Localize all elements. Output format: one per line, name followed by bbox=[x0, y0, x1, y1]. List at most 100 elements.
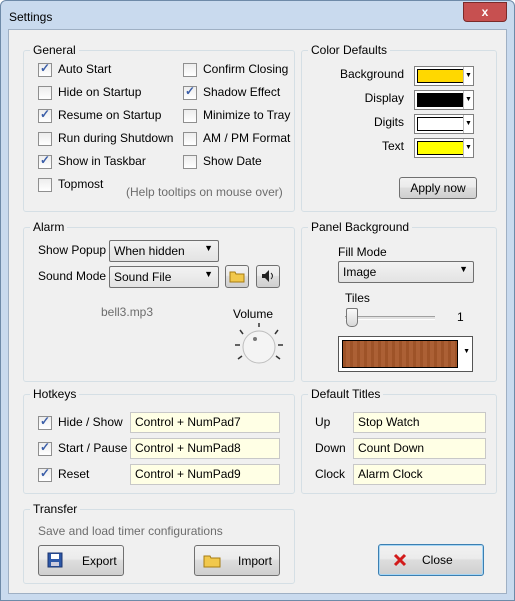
color-swatch bbox=[417, 141, 464, 155]
color-defaults-group: Color Defaults Background ▼ Display ▼ Digits… bbox=[301, 43, 497, 212]
title-value: Stop Watch bbox=[358, 415, 420, 429]
hotkey-input[interactable]: Control + NumPad7 bbox=[130, 412, 280, 433]
color-picker[interactable]: ▼ bbox=[414, 90, 474, 110]
apply-now-button[interactable]: Apply now bbox=[399, 177, 477, 199]
chevron-down-icon: ▼ bbox=[204, 243, 213, 253]
show-popup-value: When hidden bbox=[114, 244, 185, 258]
checkbox-minimize-to-tray[interactable] bbox=[183, 109, 197, 123]
checkbox-show-date[interactable] bbox=[183, 155, 197, 169]
checkbox-label: Show Date bbox=[203, 154, 262, 168]
checkbox-label: Auto Start bbox=[58, 62, 112, 76]
tiles-slider-thumb[interactable] bbox=[346, 308, 358, 327]
hotkey-checkbox[interactable] bbox=[38, 414, 52, 430]
background-preview bbox=[342, 340, 458, 368]
panel-background-group: Panel Background Fill Mode Image ▼ Tiles… bbox=[301, 220, 497, 382]
transfer-group-title: Transfer bbox=[30, 502, 81, 516]
chevron-down-icon: ▼ bbox=[204, 269, 213, 279]
checkbox-am-pm-format[interactable] bbox=[183, 132, 197, 146]
title-bar[interactable]: Settings x bbox=[1, 1, 514, 31]
fill-mode-select[interactable]: Image ▼ bbox=[338, 261, 474, 283]
volume-label: Volume bbox=[233, 307, 274, 321]
export-label: Export bbox=[82, 554, 117, 568]
title-input[interactable]: Stop Watch bbox=[353, 412, 486, 433]
checkbox-label: AM / PM Format bbox=[203, 131, 291, 145]
color-swatch bbox=[417, 93, 464, 107]
hotkeys-group: Hotkeys Hide / Show Control + NumPad7 Star… bbox=[23, 387, 295, 494]
tiles-value: 1 bbox=[457, 310, 464, 324]
color-label: Text bbox=[381, 139, 404, 153]
hotkey-checkbox[interactable] bbox=[38, 440, 52, 456]
import-label: Import bbox=[238, 554, 273, 568]
checkbox-label: Resume on Startup bbox=[58, 108, 162, 122]
alarm-group-title: Alarm bbox=[30, 220, 68, 234]
checkbox-label: Hide on Startup bbox=[58, 85, 142, 99]
hotkey-value: Control + NumPad8 bbox=[135, 441, 241, 455]
show-popup-select[interactable]: When hidden ▼ bbox=[109, 240, 219, 262]
title-label: Down bbox=[315, 441, 346, 455]
color-label: Background bbox=[339, 67, 404, 81]
general-group-title: General bbox=[30, 43, 79, 57]
browse-sound-button[interactable] bbox=[225, 265, 249, 288]
window-close-button[interactable]: x bbox=[463, 2, 507, 22]
hotkey-label: Hide / Show bbox=[58, 415, 123, 429]
volume-knob[interactable] bbox=[232, 321, 286, 369]
sound-mode-label: Sound Mode bbox=[38, 269, 107, 283]
color-picker[interactable]: ▼ bbox=[414, 138, 474, 158]
transfer-group: Transfer Save and load timer configurati… bbox=[23, 502, 295, 584]
checkbox-shadow-effect[interactable] bbox=[183, 84, 197, 100]
chevron-down-icon: ▼ bbox=[463, 348, 470, 355]
chevron-down-icon: ▼ bbox=[459, 264, 468, 274]
color-picker[interactable]: ▼ bbox=[414, 114, 474, 134]
tiles-label: Tiles bbox=[345, 291, 370, 305]
checkbox-topmost[interactable] bbox=[38, 178, 52, 192]
transfer-description: Save and load timer configurations bbox=[38, 524, 223, 538]
checkbox-show-in-taskbar[interactable] bbox=[38, 153, 52, 169]
checkbox-hide-on-startup[interactable] bbox=[38, 86, 52, 100]
hotkey-label: Start / Pause bbox=[58, 441, 128, 455]
checkbox-label: Confirm Closing bbox=[203, 62, 289, 76]
chevron-down-icon: ▼ bbox=[463, 67, 473, 85]
title-input[interactable]: Count Down bbox=[353, 438, 486, 459]
show-popup-label: Show Popup bbox=[38, 243, 107, 257]
general-group: General Auto Start Hide on Startup Resume … bbox=[23, 43, 295, 212]
export-button[interactable]: Export bbox=[38, 545, 124, 576]
hotkeys-group-title: Hotkeys bbox=[30, 387, 80, 401]
play-sound-button[interactable] bbox=[256, 265, 280, 288]
title-value: Alarm Clock bbox=[358, 467, 423, 481]
sound-file-name: bell3.mp3 bbox=[101, 305, 154, 319]
alarm-group: Alarm Show Popup When hidden ▼ Sound Mod… bbox=[23, 220, 295, 382]
save-icon bbox=[47, 552, 63, 568]
folder-icon bbox=[203, 555, 221, 568]
color-swatch bbox=[417, 69, 464, 83]
hotkey-input[interactable]: Control + NumPad9 bbox=[130, 464, 280, 485]
checkbox-resume-on-startup[interactable] bbox=[38, 107, 52, 123]
hotkey-value: Control + NumPad7 bbox=[135, 415, 241, 429]
speaker-icon bbox=[262, 270, 273, 282]
hotkey-checkbox[interactable] bbox=[38, 466, 52, 482]
checkbox-label: Minimize to Tray bbox=[203, 108, 291, 122]
checkbox-confirm-closing[interactable] bbox=[183, 63, 197, 77]
fill-mode-value: Image bbox=[343, 265, 377, 279]
title-label: Up bbox=[315, 415, 331, 429]
window-title: Settings bbox=[9, 10, 53, 24]
hotkey-input[interactable]: Control + NumPad8 bbox=[130, 438, 280, 459]
checkbox-run-during-shutdown[interactable] bbox=[38, 132, 52, 146]
tiles-slider-track[interactable] bbox=[345, 316, 435, 320]
color-defaults-title: Color Defaults bbox=[308, 43, 391, 57]
sound-mode-select[interactable]: Sound File ▼ bbox=[109, 266, 219, 288]
fill-mode-label: Fill Mode bbox=[338, 245, 387, 259]
checkbox-label: Topmost bbox=[58, 177, 104, 191]
close-button[interactable]: Close bbox=[378, 544, 484, 576]
hotkey-label: Reset bbox=[58, 467, 90, 481]
color-label: Display bbox=[364, 91, 404, 105]
hotkey-value: Control + NumPad9 bbox=[135, 467, 241, 481]
settings-client-area: General Auto Start Hide on Startup Resume … bbox=[8, 29, 507, 594]
title-input[interactable]: Alarm Clock bbox=[353, 464, 486, 485]
title-label: Clock bbox=[315, 467, 346, 481]
background-image-picker[interactable]: ▼ bbox=[338, 336, 473, 372]
import-button[interactable]: Import bbox=[194, 545, 280, 576]
close-icon bbox=[393, 553, 407, 567]
checkbox-auto-start[interactable] bbox=[38, 61, 52, 77]
color-swatch bbox=[417, 117, 464, 131]
color-picker[interactable]: ▼ bbox=[414, 66, 474, 86]
